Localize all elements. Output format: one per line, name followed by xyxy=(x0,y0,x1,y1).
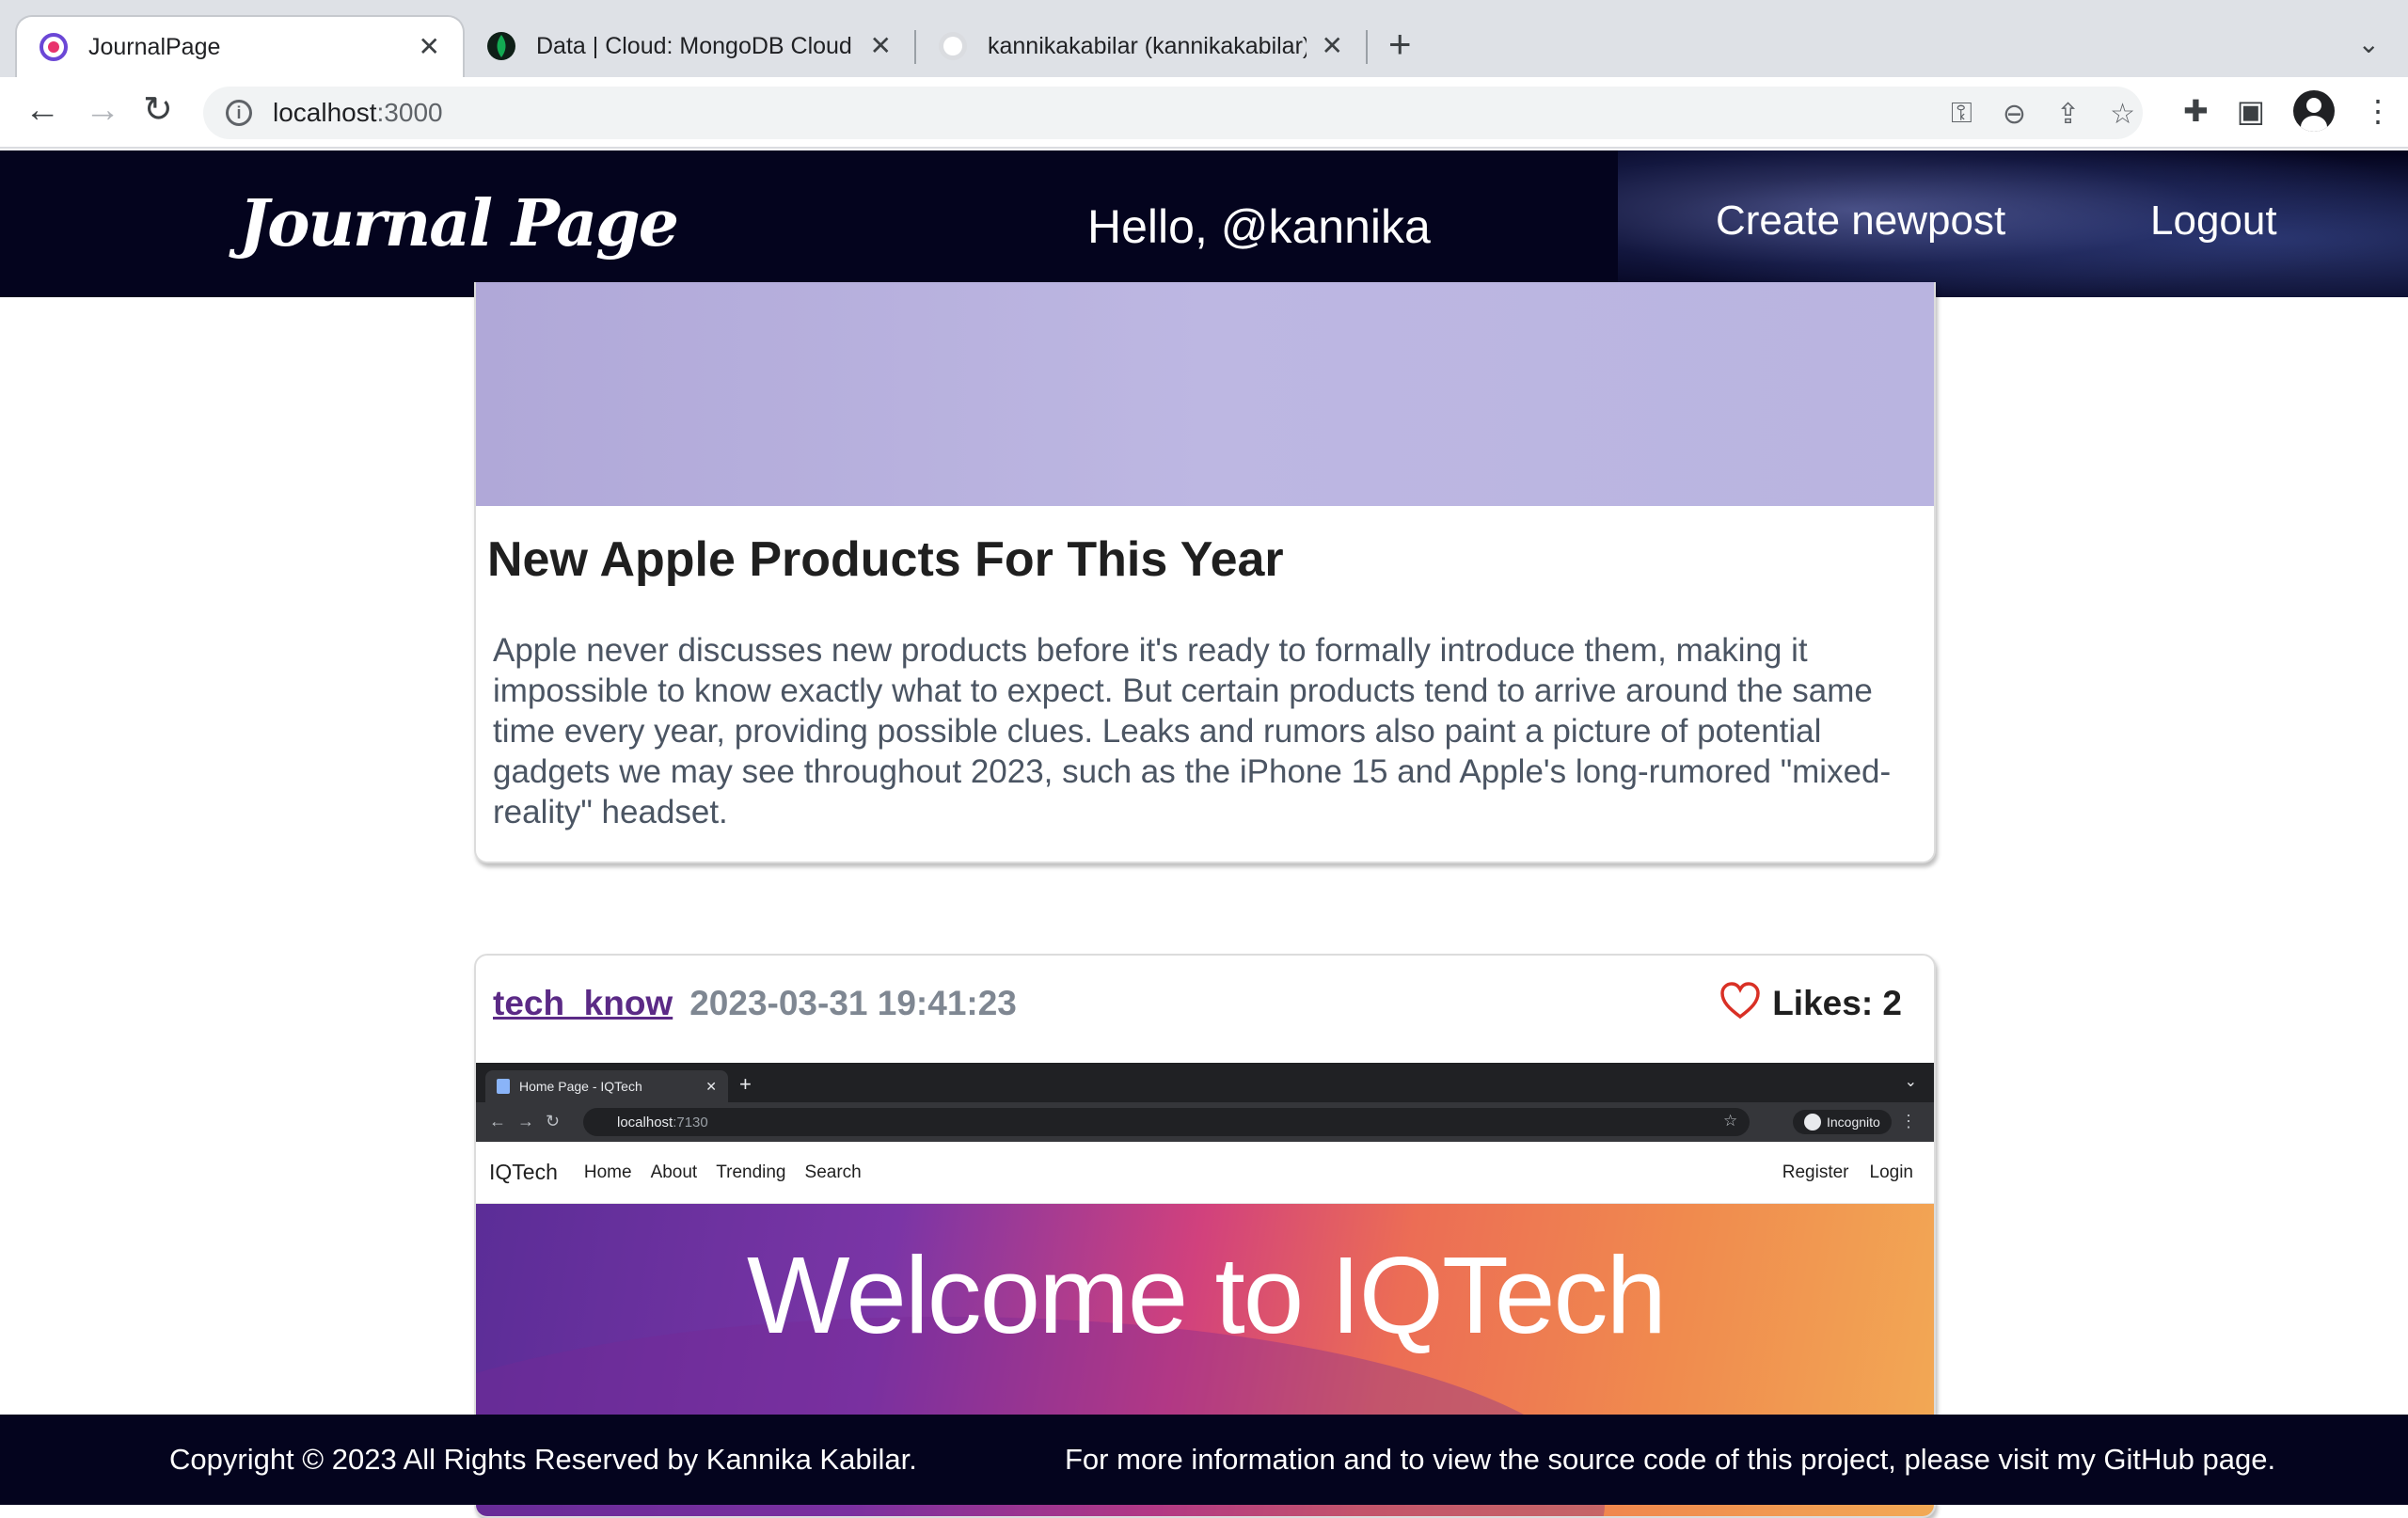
likes-count: Likes: 2 xyxy=(1772,983,1902,1022)
address-bar-actions: ⚿ ⊖ ⇪ ☆ xyxy=(1951,98,2135,131)
new-tab-plus-icon[interactable]: + xyxy=(1388,24,1412,64)
likes-section: Likes: 2 xyxy=(1719,982,1902,1024)
image-nav-register: Register xyxy=(1782,1162,1849,1182)
post-date: 2023-03-31 19:41:23 xyxy=(689,984,1017,1022)
image-hero-title: Welcome to IQTech xyxy=(746,1234,1667,1356)
image-star-icon: ☆ xyxy=(1723,1112,1738,1130)
image-close-icon: ✕ xyxy=(705,1078,717,1094)
address-url: localhost:3000 xyxy=(273,98,443,128)
image-url-host: localhost xyxy=(617,1114,673,1131)
create-newpost-link[interactable]: Create newpost xyxy=(1716,198,2005,245)
incognito-icon xyxy=(1804,1114,1821,1131)
tab-mongodb[interactable]: Data | Cloud: MongoDB Cloud ✕ xyxy=(465,15,914,77)
mongodb-leaf-icon xyxy=(487,32,515,60)
post-body: Apple never discusses new products befor… xyxy=(493,632,1892,830)
close-tab-icon[interactable]: ✕ xyxy=(1322,33,1343,59)
post-cover-image xyxy=(476,282,1934,506)
browser-tab-strip: JournalPage ✕ Data | Cloud: MongoDB Clou… xyxy=(0,0,2408,77)
image-tab: Home Page - IQTech ✕ xyxy=(485,1070,728,1102)
footer-github-info[interactable]: For more information and to view the sou… xyxy=(1065,1443,2275,1477)
post-title: New Apple Products For This Year xyxy=(487,532,1284,587)
logout-link[interactable]: Logout xyxy=(2150,198,2277,245)
github-icon xyxy=(939,32,967,60)
heart-icon[interactable] xyxy=(1719,982,1761,1024)
site-header: Journal Page Hello, @kannika Create newp… xyxy=(0,150,2408,297)
image-page-icon xyxy=(497,1079,510,1094)
url-port: :3000 xyxy=(376,98,443,127)
image-nav-search: Search xyxy=(804,1162,862,1182)
image-chevron-down-icon: ⌄ xyxy=(1904,1074,1917,1090)
reload-icon[interactable]: ↻ xyxy=(143,92,173,128)
post-author-link[interactable]: tech_know xyxy=(493,984,673,1023)
zoom-out-icon[interactable]: ⊖ xyxy=(2003,98,2026,131)
toolbar-right-actions: ✚ ▣ ⋮ xyxy=(2183,90,2393,132)
image-site-navbar: IQTech Home About Trending Search Regist… xyxy=(476,1142,1934,1204)
address-bar[interactable]: i localhost:3000 xyxy=(203,87,2143,139)
back-arrow-icon[interactable]: ← xyxy=(24,92,60,128)
browser-toolbar: ← → ↻ i localhost:3000 ⚿ ⊖ ⇪ ☆ ✚ ▣ ⋮ xyxy=(0,77,2408,149)
tab-search-chevron-down-icon[interactable]: ⌄ xyxy=(2358,28,2380,59)
key-icon[interactable]: ⚿ xyxy=(1951,98,1972,131)
site-info-icon[interactable]: i xyxy=(226,100,252,126)
footer-copyright: Copyright © 2023 All Rights Reserved by … xyxy=(169,1443,917,1476)
tab-github[interactable]: kannikakabilar (kannikakabilar) ✕ xyxy=(916,15,1366,77)
site-logo[interactable]: Journal Page xyxy=(239,186,679,261)
image-browser-tabbar: Home Page - IQTech ✕ + ⌄ xyxy=(476,1063,1934,1102)
image-nav-home: Home xyxy=(583,1162,632,1182)
close-tab-icon[interactable]: ✕ xyxy=(870,33,892,59)
profile-avatar-icon[interactable] xyxy=(2293,90,2335,132)
image-address-bar: localhost:7130 xyxy=(583,1108,1750,1136)
image-incognito-label: Incognito xyxy=(1827,1115,1880,1130)
post-card: New Apple Products For This Year Apple n… xyxy=(474,282,1936,863)
bookmark-star-icon[interactable]: ☆ xyxy=(2110,98,2135,131)
close-tab-icon[interactable]: ✕ xyxy=(419,34,440,60)
image-nav-login: Login xyxy=(1869,1162,1914,1182)
forward-arrow-icon[interactable]: → xyxy=(85,92,120,128)
tab-separator xyxy=(1366,30,1368,64)
image-menu-icon: ⋮ xyxy=(1900,1112,1917,1131)
image-brand: IQTech xyxy=(489,1160,558,1184)
post-meta: tech_know 2023-03-31 19:41:23 xyxy=(493,984,1017,1023)
image-incognito-badge: Incognito xyxy=(1793,1110,1892,1134)
user-greeting: Hello, @kannika xyxy=(1087,200,1431,253)
image-tab-title: Home Page - IQTech xyxy=(519,1079,642,1094)
site-footer: Copyright © 2023 All Rights Reserved by … xyxy=(0,1415,2408,1505)
tab-journalpage[interactable]: JournalPage ✕ xyxy=(15,15,465,77)
tab-title: kannikakabilar (kannikakabilar) xyxy=(988,32,1307,59)
image-nav-icons: ←→↻ xyxy=(489,1112,572,1131)
extensions-puzzle-icon[interactable]: ✚ xyxy=(2183,93,2209,129)
image-nav-about: About xyxy=(650,1162,698,1182)
browser-menu-icon[interactable]: ⋮ xyxy=(2363,93,2393,129)
tab-title: Data | Cloud: MongoDB Cloud xyxy=(536,32,852,59)
share-icon[interactable]: ⇪ xyxy=(2056,98,2080,131)
image-nav-trending: Trending xyxy=(716,1162,786,1182)
tab-title: JournalPage xyxy=(88,33,221,60)
image-url-port: :7130 xyxy=(673,1114,708,1131)
image-browser-toolbar: ←→↻ localhost:7130 ☆ Incognito ⋮ xyxy=(476,1102,1934,1142)
journal-favicon-icon xyxy=(40,33,68,61)
url-host: localhost xyxy=(273,98,377,127)
image-nav-right: Register Login xyxy=(1782,1162,1913,1183)
image-new-tab-icon: + xyxy=(739,1072,752,1096)
side-panel-icon[interactable]: ▣ xyxy=(2237,93,2265,129)
